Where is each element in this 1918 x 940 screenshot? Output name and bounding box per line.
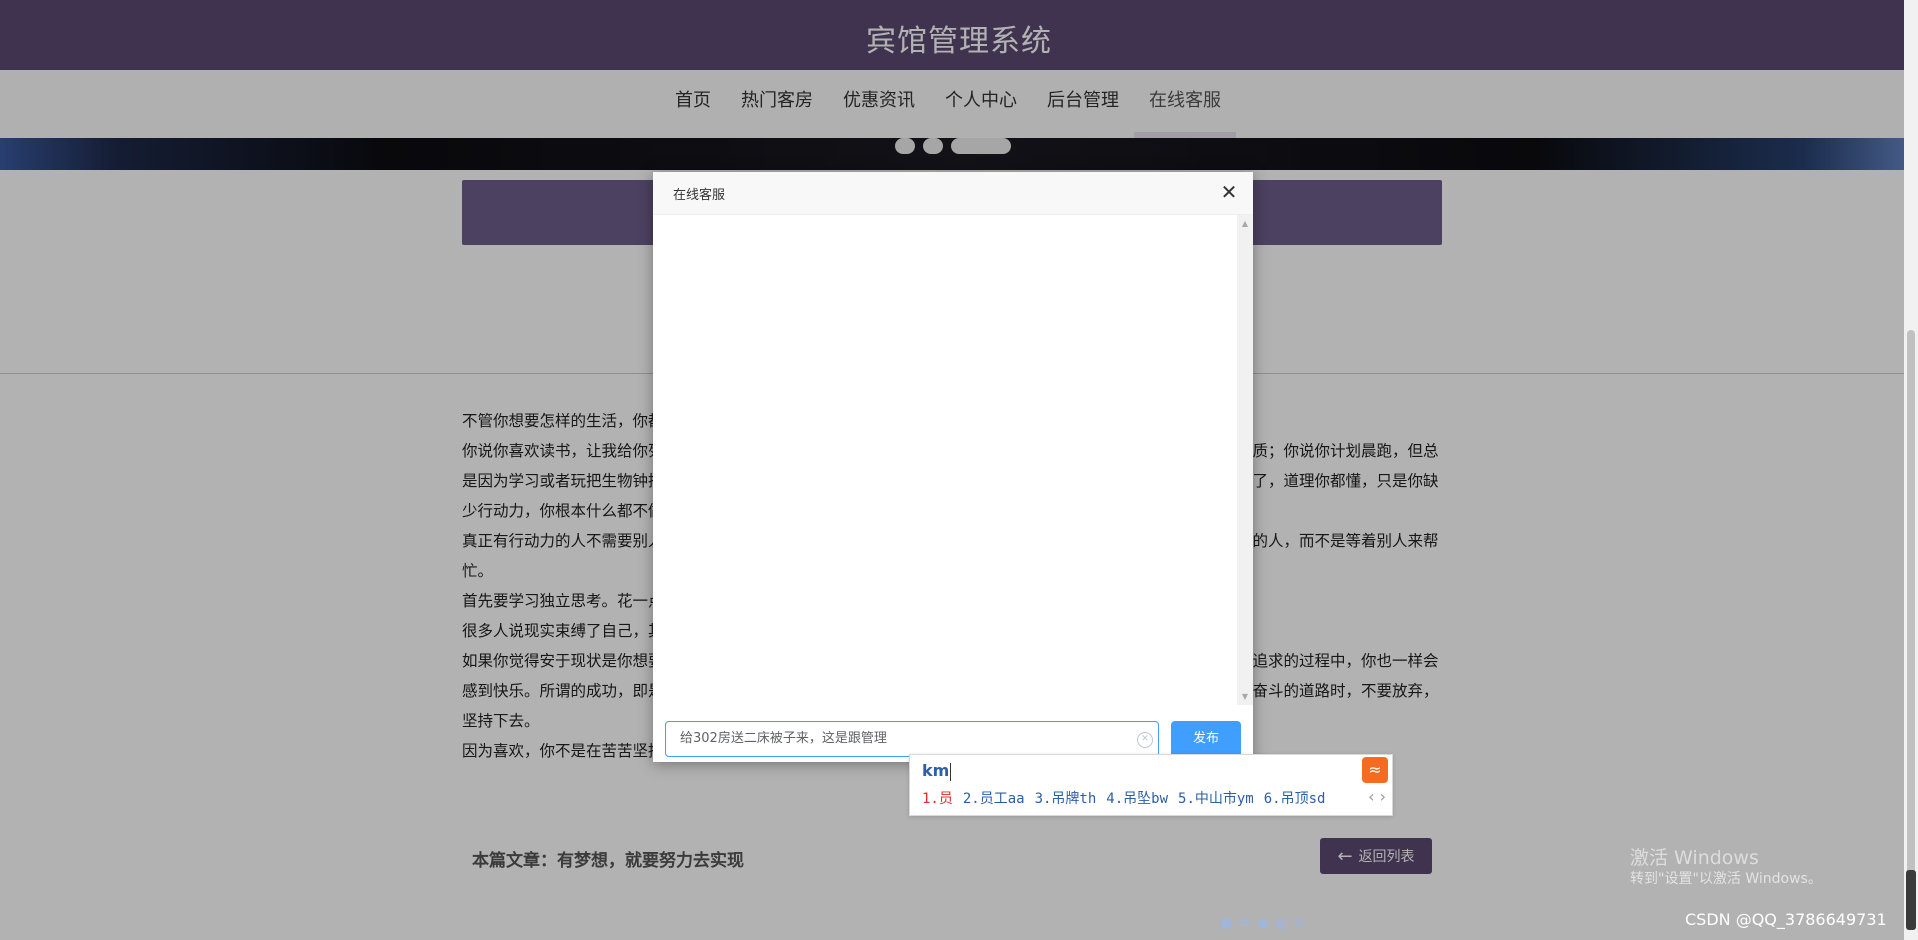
ime-brand-icon[interactable]: ≈ (1362, 757, 1388, 783)
ime-candidate[interactable]: 2.员工aa (963, 788, 1025, 808)
ime-keyboard-icon[interactable]: ▦ (1275, 916, 1287, 931)
close-icon[interactable]: ✕ (1219, 182, 1239, 202)
ime-candidate-list: 1.员 2.员工aa 3.吊牌th 4.吊坠bw 5.中山市ym 6.吊顶sd (922, 788, 1325, 808)
send-button[interactable]: 发布 (1171, 721, 1241, 757)
ime-candidate[interactable]: 4.吊坠bw (1106, 788, 1168, 808)
dialog-header: 在线客服 ✕ (653, 172, 1253, 215)
ime-caret (950, 762, 952, 781)
ime-candidate[interactable]: 6.吊顶sd (1264, 788, 1326, 808)
ime-candidate[interactable]: 3.吊牌th (1035, 788, 1097, 808)
ime-candidate-window: km ≈ 1.员 2.员工aa 3.吊牌th 4.吊坠bw 5.中山市ym 6.… (909, 754, 1393, 816)
scroll-up-arrow-icon[interactable]: ▲ (1237, 219, 1253, 228)
online-service-dialog: 在线客服 ✕ ▲ ▼ 给302房送二床被子来，这是跟管理 ✕ 发布 (653, 172, 1253, 762)
page-scrollbar-handle[interactable] (1906, 870, 1916, 930)
windows-activation-hint: 转到"设置"以激活 Windows。 (1630, 871, 1822, 887)
ime-candidate[interactable]: 5.中山市ym (1178, 788, 1254, 808)
ime-page-arrows[interactable]: ‹ › (1368, 787, 1386, 806)
scroll-down-arrow-icon[interactable]: ▼ (1237, 692, 1253, 701)
ime-settings-icon[interactable]: ⚙ (1293, 916, 1305, 931)
chat-scrollbar[interactable]: ▲ ▼ (1237, 215, 1253, 705)
ime-composition: km (922, 761, 952, 781)
ime-logo-icon[interactable]: ■ (1220, 916, 1232, 931)
ime-status-toolbar: ■ 中 ● ▦ ⚙ (1220, 912, 1305, 934)
chat-message-area[interactable] (653, 215, 1237, 705)
message-input[interactable]: 给302房送二床被子来，这是跟管理 (665, 721, 1159, 757)
windows-activation-watermark: 激活 Windows (1630, 847, 1759, 869)
ime-candidate[interactable]: 1.员 (922, 788, 953, 808)
ime-chinese-mode-icon[interactable]: 中 (1238, 914, 1251, 933)
csdn-watermark: CSDN @QQ_3786649731 (1685, 910, 1887, 929)
page-scrollbar-thumb[interactable] (1907, 330, 1915, 930)
ime-composition-text: km (922, 761, 950, 780)
page-scrollbar[interactable] (1904, 0, 1918, 940)
ime-punctuation-icon[interactable]: ● (1257, 916, 1268, 931)
clear-input-icon[interactable]: ✕ (1137, 732, 1153, 748)
dialog-title: 在线客服 (673, 188, 726, 203)
